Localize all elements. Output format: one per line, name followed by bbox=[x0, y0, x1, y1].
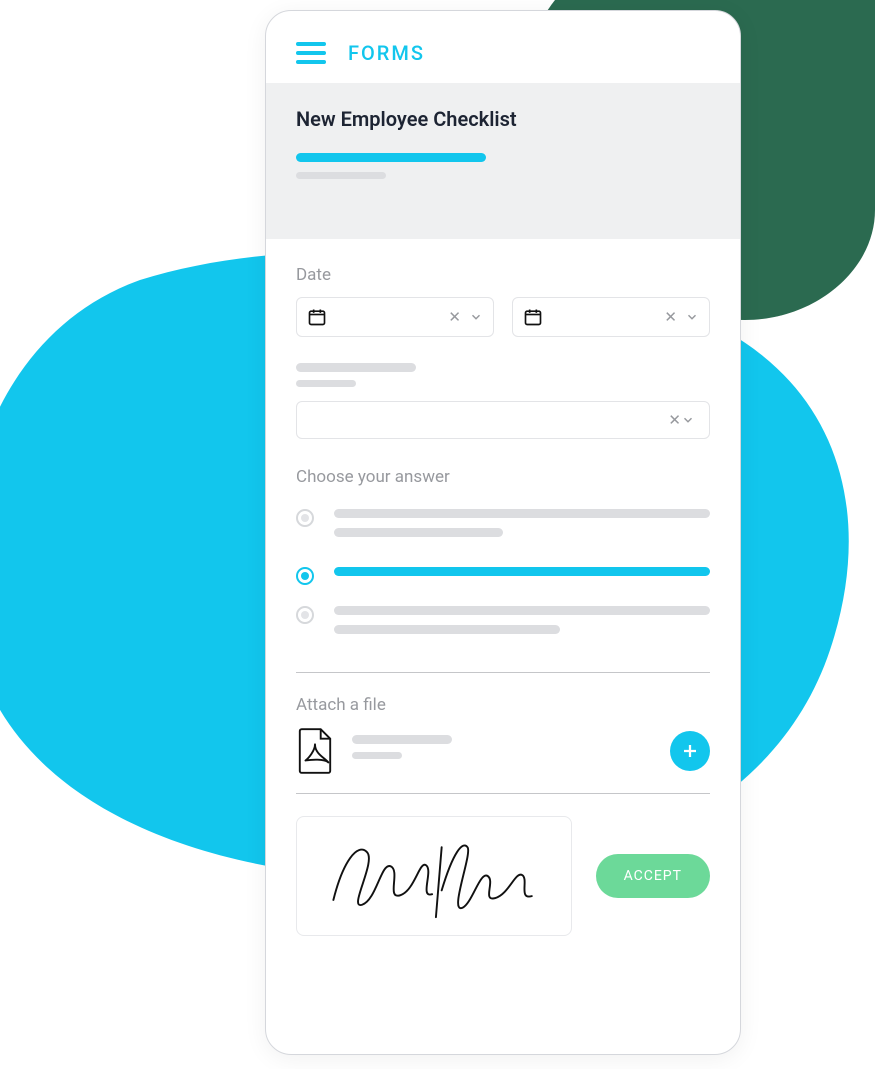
form-banner: New Employee Checklist bbox=[266, 83, 740, 239]
calendar-icon bbox=[523, 307, 543, 327]
radio-icon bbox=[296, 567, 314, 585]
app-brand: FORMS bbox=[348, 41, 425, 65]
signature-glyph bbox=[319, 831, 549, 921]
form-title: New Employee Checklist bbox=[296, 107, 710, 131]
chevron-down-icon bbox=[469, 310, 483, 324]
hamburger-menu-icon[interactable] bbox=[296, 42, 326, 64]
chevron-down-icon bbox=[685, 310, 699, 324]
radio-icon bbox=[296, 606, 314, 624]
progress-sub bbox=[296, 172, 386, 179]
calendar-icon bbox=[307, 307, 327, 327]
clear-icon[interactable]: ✕ bbox=[664, 308, 677, 326]
dropdown-input[interactable]: ✕ bbox=[296, 401, 710, 439]
device-frame: FORMS New Employee Checklist Date ✕ bbox=[265, 10, 741, 1055]
divider bbox=[296, 672, 710, 673]
radio-group bbox=[296, 499, 710, 654]
chevron-down-icon bbox=[681, 413, 695, 427]
date-label: Date bbox=[296, 265, 710, 285]
date-to-input[interactable]: ✕ bbox=[512, 297, 710, 337]
placeholder-label-block bbox=[296, 363, 710, 387]
pdf-file-icon bbox=[296, 727, 334, 775]
file-name-placeholder bbox=[352, 735, 652, 767]
date-from-input[interactable]: ✕ bbox=[296, 297, 494, 337]
radio-option-1[interactable] bbox=[296, 499, 710, 557]
add-file-button[interactable] bbox=[670, 731, 710, 771]
clear-icon[interactable]: ✕ bbox=[448, 308, 461, 326]
app-header: FORMS bbox=[266, 11, 740, 83]
clear-icon[interactable]: ✕ bbox=[668, 411, 681, 429]
radio-option-2[interactable] bbox=[296, 557, 710, 596]
attach-label: Attach a file bbox=[296, 695, 710, 715]
radio-option-3[interactable] bbox=[296, 596, 710, 654]
radio-icon bbox=[296, 509, 314, 527]
plus-icon bbox=[681, 742, 699, 760]
accept-button[interactable]: ACCEPT bbox=[596, 854, 710, 898]
form-body: Date ✕ ✕ bbox=[266, 239, 740, 1054]
choose-label: Choose your answer bbox=[296, 467, 710, 487]
signature-pad[interactable] bbox=[296, 816, 572, 936]
divider bbox=[296, 793, 710, 794]
progress-bar bbox=[296, 153, 486, 162]
